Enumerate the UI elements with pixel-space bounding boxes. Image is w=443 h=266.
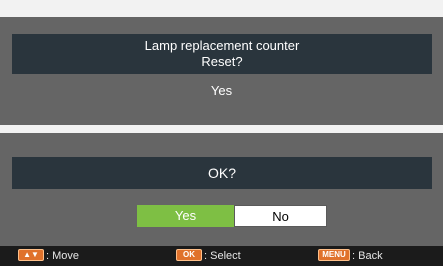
move-hint: ▲▼: Move (18, 246, 79, 266)
back-hint: MENU: Back (318, 246, 383, 266)
prompt-title: Lamp replacement counter (144, 38, 300, 53)
ok-key-icon: OK (176, 249, 202, 262)
prompt-question: Reset? (201, 54, 243, 69)
key-hint-footer: ▲▼: Move OK: Select MENU: Back (0, 246, 443, 266)
back-hint-label: : Back (352, 250, 383, 262)
menu-key-icon: MENU (318, 249, 350, 262)
select-hint-label: : Select (204, 250, 241, 262)
confirm-panel: OK? Yes No (0, 133, 443, 246)
select-hint: OK: Select (176, 246, 241, 266)
yes-button[interactable]: Yes (137, 205, 234, 227)
no-button[interactable]: No (234, 205, 327, 227)
up-down-arrows-icon: ▲▼ (18, 249, 44, 262)
prompt-title-bar: Lamp replacement counter Reset? (12, 34, 432, 74)
confirm-question: OK? (12, 157, 432, 189)
prompt-value: Yes (210, 83, 233, 98)
reset-prompt-panel: Lamp replacement counter Reset? Yes (0, 17, 443, 125)
move-hint-label: : Move (46, 250, 80, 262)
